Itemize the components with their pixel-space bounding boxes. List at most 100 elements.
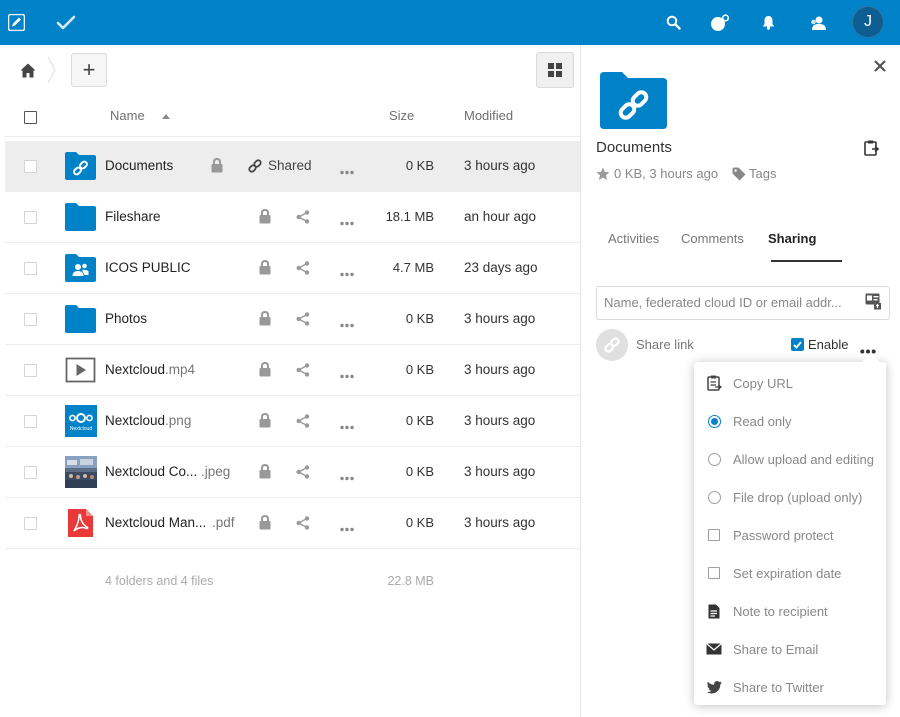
video-icon bbox=[65, 356, 96, 384]
row-checkbox[interactable] bbox=[24, 313, 37, 326]
shared-status-button[interactable]: Shared bbox=[248, 158, 312, 173]
file-name[interactable]: Nextcloud.png bbox=[105, 413, 191, 428]
lock-icon bbox=[259, 412, 271, 428]
row-actions-button[interactable] bbox=[340, 520, 354, 535]
grid-view-toggle[interactable] bbox=[536, 52, 574, 88]
share-link-avatar bbox=[596, 329, 628, 361]
twitter-icon bbox=[706, 679, 722, 695]
menu-item-read-only[interactable]: Read only bbox=[694, 402, 886, 440]
file-size: 0 KB bbox=[405, 158, 434, 173]
tab-comments[interactable]: Comments bbox=[681, 231, 744, 246]
checkbox[interactable] bbox=[706, 527, 722, 543]
menu-item-note-to-recipient[interactable]: Note to recipient bbox=[694, 592, 886, 630]
enable-checkbox[interactable] bbox=[791, 338, 804, 351]
close-sidebar-button[interactable] bbox=[874, 60, 886, 75]
file-row[interactable]: Nextcloud.mp4 0 KB 3 hours ago bbox=[5, 345, 580, 396]
contacts-icon[interactable] bbox=[807, 0, 829, 45]
file-row[interactable]: Documents Shared 0 KB 3 hours ago bbox=[5, 141, 580, 192]
row-actions-button[interactable] bbox=[340, 367, 354, 382]
column-name-header[interactable]: Name bbox=[110, 108, 171, 123]
menu-item-share-to-twitter[interactable]: Share to Twitter bbox=[694, 668, 886, 706]
home-icon bbox=[20, 63, 36, 77]
share-icon bbox=[296, 312, 310, 326]
file-row[interactable]: Nextcloud Man... .pdf 0 KB 3 hours ago bbox=[5, 498, 580, 549]
lock-icon bbox=[259, 259, 271, 278]
share-button[interactable] bbox=[296, 516, 310, 533]
sidebar-file-meta: 0 KB, 3 hours ago bbox=[596, 166, 718, 181]
column-modified-header[interactable]: Modified bbox=[464, 108, 513, 123]
tab-activities[interactable]: Activities bbox=[608, 231, 659, 246]
file-name[interactable]: ICOS PUBLIC bbox=[105, 260, 191, 275]
favorite-star-icon[interactable] bbox=[596, 167, 610, 181]
lock-icon bbox=[259, 463, 271, 482]
enable-share-link-toggle[interactable]: Enable bbox=[791, 337, 848, 352]
share-button[interactable] bbox=[296, 210, 310, 227]
radio-button[interactable] bbox=[706, 489, 722, 505]
share-button[interactable] bbox=[296, 465, 310, 482]
row-actions-button[interactable] bbox=[340, 316, 354, 331]
file-name[interactable]: Nextcloud Co... bbox=[105, 464, 197, 479]
menu-item-set-expiration-date[interactable]: Set expiration date bbox=[694, 554, 886, 592]
file-row[interactable]: Photos 0 KB 3 hours ago bbox=[5, 294, 580, 345]
menu-item-password-protect[interactable]: Password protect bbox=[694, 516, 886, 554]
checkbox[interactable] bbox=[706, 565, 722, 581]
share-button[interactable] bbox=[296, 363, 310, 380]
breadcrumb-home[interactable] bbox=[15, 57, 41, 83]
files-app-icon[interactable] bbox=[6, 0, 26, 45]
share-button[interactable] bbox=[296, 312, 310, 329]
copy-direct-link-button[interactable] bbox=[864, 140, 880, 159]
file-name[interactable]: Nextcloud.mp4 bbox=[105, 362, 195, 377]
file-row[interactable]: Fileshare 18.1 MB an hour ago bbox=[5, 192, 580, 243]
menu-item-copy-url[interactable]: Copy URL bbox=[694, 364, 886, 402]
row-actions-button[interactable] bbox=[340, 265, 354, 280]
summary-size: 22.8 MB bbox=[387, 574, 434, 588]
file-row[interactable]: ICOS PUBLIC 4.7 MB 23 days ago bbox=[5, 243, 580, 294]
file-name[interactable]: Photos bbox=[105, 311, 147, 326]
file-row[interactable]: Nextcloud Co... .jpeg 0 KB 3 hours ago bbox=[5, 447, 580, 498]
row-actions-button[interactable] bbox=[340, 469, 354, 484]
row-actions-button[interactable] bbox=[340, 214, 354, 229]
radio-button[interactable] bbox=[706, 451, 722, 467]
image-logo-icon: Nextcloud bbox=[65, 405, 97, 437]
share-button[interactable] bbox=[296, 261, 310, 278]
contacts-menu-icon[interactable] bbox=[708, 0, 732, 45]
more-dots-icon bbox=[340, 221, 354, 226]
more-dots-icon bbox=[340, 476, 354, 481]
select-all-checkbox[interactable] bbox=[24, 111, 37, 124]
row-checkbox[interactable] bbox=[24, 415, 37, 428]
tasks-app-icon[interactable] bbox=[55, 0, 77, 45]
tags-button[interactable]: Tags bbox=[732, 166, 776, 181]
row-checkbox[interactable] bbox=[24, 517, 37, 530]
row-checkbox[interactable] bbox=[24, 160, 37, 173]
menu-item-label: Read only bbox=[733, 413, 792, 429]
user-avatar[interactable]: J bbox=[852, 6, 884, 38]
checkmark-icon bbox=[793, 340, 802, 349]
file-name[interactable]: Fileshare bbox=[105, 209, 161, 224]
new-button[interactable]: + bbox=[71, 53, 107, 87]
row-checkbox[interactable] bbox=[24, 364, 37, 377]
shared-folder-preview-icon bbox=[600, 72, 667, 129]
menu-item-share-to-email[interactable]: Share to Email bbox=[694, 630, 886, 668]
column-size-header[interactable]: Size bbox=[389, 108, 414, 123]
menu-item-label: Set expiration date bbox=[733, 565, 842, 581]
file-name[interactable]: Documents bbox=[105, 158, 173, 173]
row-actions-button[interactable] bbox=[340, 163, 354, 178]
file-summary: 4 folders and 4 files 22.8 MB bbox=[5, 565, 580, 595]
menu-item-allow-upload-and-editing[interactable]: Allow upload and editing bbox=[694, 440, 886, 478]
tag-icon bbox=[732, 167, 746, 180]
row-checkbox[interactable] bbox=[24, 466, 37, 479]
row-checkbox[interactable] bbox=[24, 211, 37, 224]
file-row[interactable]: Nextcloud Nextcloud.png 0 KB 3 hours ago bbox=[5, 396, 580, 447]
notifications-icon[interactable] bbox=[758, 0, 778, 45]
row-checkbox[interactable] bbox=[24, 262, 37, 275]
row-actions-button[interactable] bbox=[340, 418, 354, 433]
share-with-input[interactable]: Name, federated cloud ID or email addr..… bbox=[596, 286, 890, 320]
radio-button[interactable] bbox=[706, 413, 722, 429]
menu-item-label: Allow upload and editing bbox=[733, 451, 874, 467]
file-size: 0 KB bbox=[405, 362, 434, 377]
share-button[interactable] bbox=[296, 414, 310, 431]
tab-sharing[interactable]: Sharing bbox=[768, 231, 816, 246]
file-name[interactable]: Nextcloud Man... bbox=[105, 515, 206, 530]
menu-item-file-drop-upload-only[interactable]: File drop (upload only) bbox=[694, 478, 886, 516]
search-icon[interactable] bbox=[662, 0, 684, 45]
